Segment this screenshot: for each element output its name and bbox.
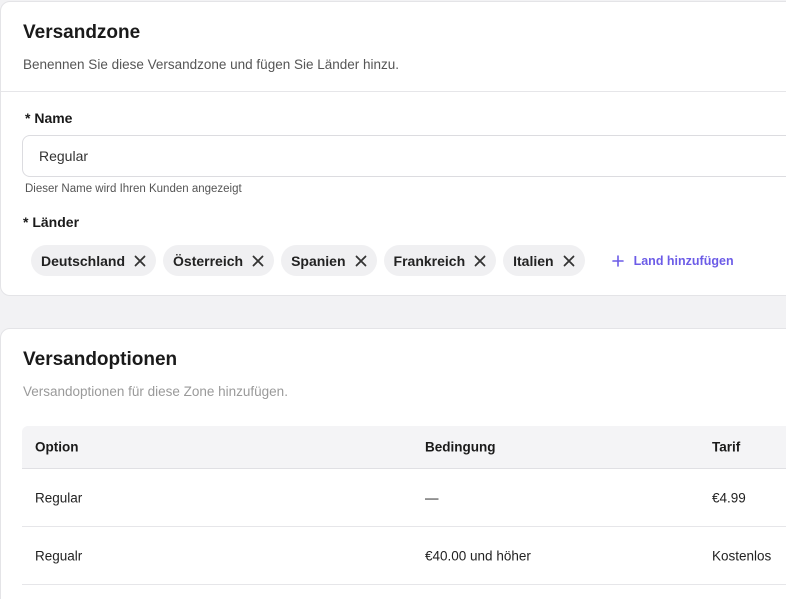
country-chip-deutschland: Deutschland (31, 245, 157, 276)
table-row[interactable]: Regualr €40.00 und höher Kostenlos (22, 527, 786, 585)
name-hint: Dieser Name wird Ihren Kunden angezeigt (25, 183, 242, 195)
option-rate: €4.99 (712, 490, 746, 505)
country-chips: Deutschland Österreich Spanien Frankreic… (31, 245, 734, 276)
chip-label: Spanien (291, 252, 346, 269)
shipping-zone-card: Versandzone Benennen Sie diese Versandzo… (0, 1, 786, 296)
option-name: Regular (35, 490, 83, 505)
countries-label: * Länder (23, 214, 80, 230)
shipping-options-table: Option Bedingung Tarif Regular — €4.99 R… (22, 426, 786, 585)
divider (1, 91, 786, 92)
table-row[interactable]: Regular — €4.99 (22, 469, 786, 527)
close-icon[interactable] (563, 255, 575, 267)
country-chip-frankreich: Frankreich (383, 245, 497, 276)
options-title: Versandoptionen (23, 349, 178, 370)
chip-label: Italien (513, 252, 554, 269)
option-condition: €40.00 und höher (425, 548, 531, 563)
zone-name-input[interactable] (22, 135, 786, 177)
option-name: Regualr (35, 548, 83, 563)
name-label: * Name (25, 110, 73, 126)
close-icon[interactable] (474, 255, 486, 267)
close-icon[interactable] (355, 255, 367, 267)
close-icon[interactable] (134, 255, 146, 267)
option-rate: Kostenlos (712, 548, 772, 563)
column-header-condition: Bedingung (425, 439, 496, 455)
add-country-button[interactable]: Land hinzufügen (611, 253, 734, 268)
chip-label: Frankreich (393, 252, 466, 269)
country-chip-oesterreich: Österreich (163, 245, 275, 276)
chip-label: Österreich (173, 252, 244, 269)
country-chip-italien: Italien (503, 245, 585, 276)
country-chip-spanien: Spanien (281, 245, 377, 276)
option-condition: — (425, 490, 439, 505)
add-country-label: Land hinzufügen (633, 253, 734, 268)
chip-label: Deutschland (41, 252, 126, 269)
shipping-options-card: Versandoptionen Versandoptionen für dies… (0, 328, 786, 599)
zone-subtitle: Benennen Sie diese Versandzone und fügen… (23, 57, 400, 72)
zone-title: Versandzone (23, 22, 141, 43)
column-header-rate: Tarif (712, 439, 741, 455)
table-header: Option Bedingung Tarif (22, 426, 786, 469)
options-subtitle: Versandoptionen für diese Zone hinzufüge… (23, 384, 288, 399)
column-header-option: Option (35, 439, 79, 455)
close-icon[interactable] (252, 255, 264, 267)
plus-icon (611, 254, 624, 267)
